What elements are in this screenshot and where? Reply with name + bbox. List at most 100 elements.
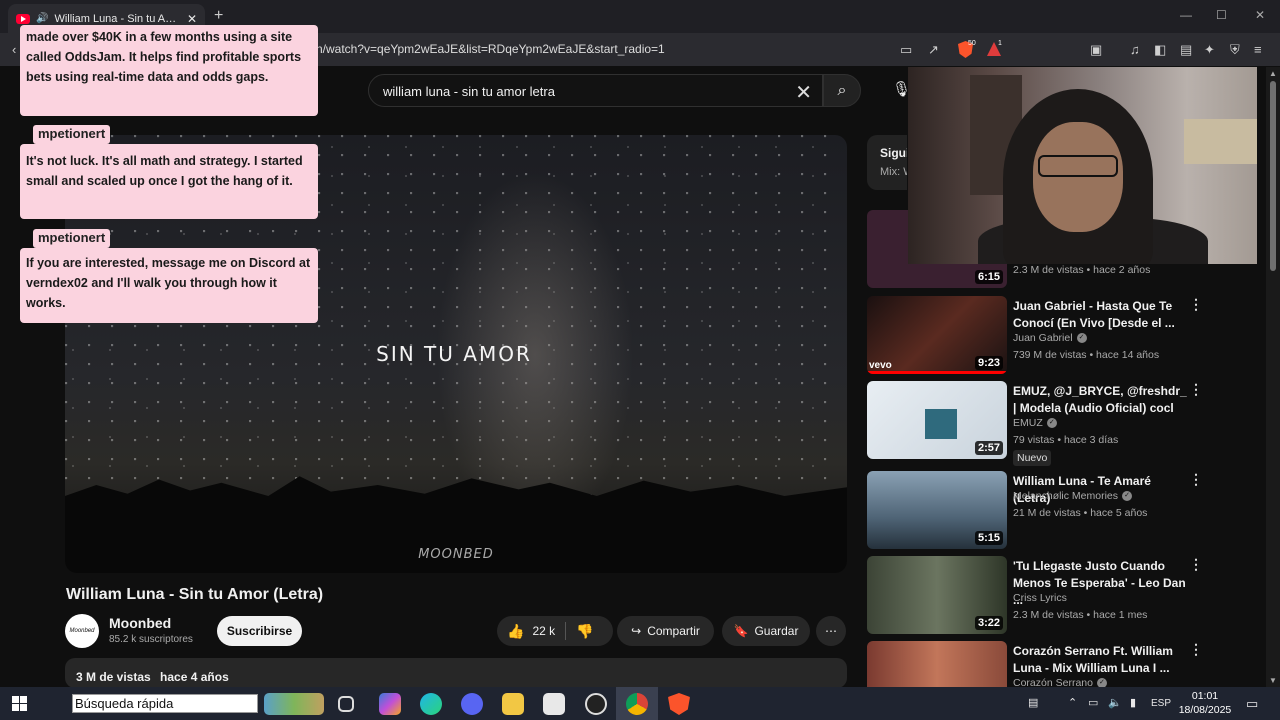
subscribe-button[interactable]: Suscribirse xyxy=(217,616,302,646)
close-tab-icon[interactable]: ✕ xyxy=(187,12,197,26)
speaker-icon[interactable]: 🔊 xyxy=(36,13,48,24)
back-icon[interactable]: ‹ xyxy=(12,42,16,57)
scroll-down-icon[interactable]: ▼ xyxy=(1269,676,1277,685)
clear-search-icon[interactable]: ✕ xyxy=(795,80,812,105)
obs-icon[interactable] xyxy=(585,693,607,715)
music-icon[interactable]: ♫ xyxy=(1130,42,1140,57)
language-indicator[interactable]: ESP xyxy=(1151,698,1171,709)
windows-start-icon[interactable] xyxy=(12,696,27,711)
channel-name[interactable]: Juan Gabriel ✓ xyxy=(1013,332,1087,344)
verified-icon: ✓ xyxy=(1046,418,1057,429)
more-icon[interactable]: ⋮ xyxy=(1189,471,1203,488)
list-item[interactable]: Corazón Serrano Ft. William Luna - Mix W… xyxy=(867,641,1212,687)
file-explorer-icon[interactable] xyxy=(502,693,524,715)
video-title[interactable]: Juan Gabriel - Hasta Que Te Conocí (En V… xyxy=(1013,298,1188,332)
tab-grid-icon[interactable]: ▣ xyxy=(1090,42,1102,58)
more-icon[interactable]: ⋮ xyxy=(1189,641,1203,658)
clock-date: 18/08/2025 xyxy=(1178,704,1232,716)
list-item[interactable]: 5:15 William Luna - Te Amaré (Letra) Mel… xyxy=(867,471,1212,551)
new-badge: Nuevo xyxy=(1013,450,1052,466)
video-thumbnail[interactable]: 3:22 xyxy=(867,556,1007,634)
channel-name[interactable]: EMUZ ✓ xyxy=(1013,417,1057,429)
list-item[interactable]: vevo 9:23 Juan Gabriel - Hasta Que Te Co… xyxy=(867,296,1212,376)
more-icon[interactable]: ⋮ xyxy=(1189,556,1203,573)
chat-message: If you are interested, message me on Dis… xyxy=(20,248,318,323)
youtube-icon xyxy=(16,13,30,24)
more-icon[interactable]: ⋮ xyxy=(1189,381,1203,398)
video-title[interactable]: EMUZ, @J_BRYCE, @freshdr_ | Modela (Audi… xyxy=(1013,383,1188,417)
scrollbar[interactable]: ▲ ▼ xyxy=(1266,67,1280,687)
chevron-up-icon[interactable]: ⌃ xyxy=(1068,696,1077,709)
list-item[interactable]: 2:57 EMUZ, @J_BRYCE, @freshdr_ | Modela … xyxy=(867,381,1212,466)
avatar[interactable]: Moonbed xyxy=(65,614,99,648)
video-thumbnail[interactable]: 2:57 xyxy=(867,381,1007,459)
video-thumbnail[interactable]: vevo 9:23 xyxy=(867,296,1007,374)
more-icon[interactable]: ⋮ xyxy=(1189,296,1203,313)
edge-icon[interactable] xyxy=(420,693,442,715)
verified-icon: ✓ xyxy=(1096,678,1107,687)
notification-icon[interactable]: ▭ xyxy=(1246,696,1258,712)
maximize-icon[interactable]: ☐ xyxy=(1216,8,1227,22)
share-icon: ↪ xyxy=(631,624,642,638)
channel-name[interactable]: Corazón Serrano ✓ xyxy=(1013,677,1107,687)
new-tab-icon[interactable]: + xyxy=(214,7,223,25)
scroll-up-icon[interactable]: ▲ xyxy=(1269,69,1277,78)
search-input[interactable]: william luna - sin tu amor letra ✕ xyxy=(368,74,823,107)
channel-name[interactable]: Melanchølic Memories ✓ xyxy=(1013,490,1133,502)
leo-ai-icon[interactable]: ✦ xyxy=(1204,42,1215,58)
save-button[interactable]: 🔖 Guardar xyxy=(722,616,810,646)
news-icon[interactable]: ▤ xyxy=(1028,696,1038,709)
menu-icon[interactable]: ≡ xyxy=(1254,42,1262,57)
network-icon[interactable]: ▭ xyxy=(1088,696,1098,709)
video-thumbnail[interactable] xyxy=(867,641,1007,687)
list-item[interactable]: 3:22 'Tu Llegaste Justo Cuando Menos Te … xyxy=(867,556,1212,636)
volume-icon[interactable]: 🔈 xyxy=(1108,696,1122,709)
store-icon[interactable] xyxy=(543,693,565,715)
channel-name[interactable]: Criss Lyrics xyxy=(1013,592,1067,604)
sidebar-icon[interactable]: ◧ xyxy=(1154,42,1166,58)
alert-count: 1 xyxy=(998,40,1002,47)
upload-age: hace 4 años xyxy=(160,670,229,684)
like-count[interactable]: 22 k xyxy=(532,624,555,638)
taskbar-search-input[interactable]: Búsqueda rápida xyxy=(72,694,258,713)
share-button[interactable]: ↪ Compartir xyxy=(617,616,714,646)
view-count: 3 M de vistas xyxy=(76,670,151,684)
search-icon: ⌕ xyxy=(837,81,847,99)
chat-author: mpetionert xyxy=(33,229,111,248)
chrome-icon[interactable] xyxy=(626,693,648,715)
battery-icon[interactable]: ▮ xyxy=(1130,696,1136,709)
subscriber-count: 85.2 k suscriptores xyxy=(109,634,193,645)
wallet-icon[interactable]: ▤ xyxy=(1180,42,1192,58)
video-thumbnail[interactable]: 5:15 xyxy=(867,471,1007,549)
watched-progress xyxy=(867,371,1007,374)
dislike-icon[interactable]: 👎 xyxy=(576,623,593,640)
share-page-icon[interactable]: ↗ xyxy=(928,42,939,58)
address-bar[interactable]: n/watch?v=qeYpm2wEaJE&list=RDqeYpm2wEaJE… xyxy=(316,42,665,56)
search-button[interactable]: ⌕ xyxy=(823,74,861,107)
description-box[interactable]: 3 M de vistas hace 4 años xyxy=(65,658,847,688)
channel-name[interactable]: Moonbed xyxy=(109,615,171,631)
channel-watermark: MOONBED xyxy=(418,547,494,562)
lyric-text: SIN TU AMOR xyxy=(376,342,532,366)
minimize-icon[interactable]: — xyxy=(1180,8,1192,22)
vpn-icon[interactable]: ⛨ xyxy=(1230,42,1240,58)
copilot-icon[interactable] xyxy=(379,693,401,715)
task-view-icon[interactable] xyxy=(338,696,354,712)
bookmark-icon: 🔖 xyxy=(733,624,749,638)
clock[interactable]: 01:01 18/08/2025 xyxy=(1176,689,1234,717)
video-title: William Luna - Sin tu Amor (Letra) xyxy=(66,586,324,603)
video-title[interactable]: Corazón Serrano Ft. William Luna - Mix W… xyxy=(1013,643,1188,677)
up-next-card[interactable]: Siguiente Mix: W xyxy=(867,135,907,190)
verified-icon: ✓ xyxy=(1122,491,1133,502)
discord-icon[interactable] xyxy=(461,693,483,715)
scrollbar-thumb[interactable] xyxy=(1270,81,1276,271)
window-close-icon[interactable]: ✕ xyxy=(1255,8,1265,22)
chat-message: It's not luck. It's all math and strateg… xyxy=(20,144,318,219)
widgets-icon[interactable] xyxy=(264,693,324,715)
webcam-overlay xyxy=(908,67,1257,264)
like-icon[interactable]: 👍 xyxy=(507,623,524,640)
more-actions-button[interactable]: ⋯ xyxy=(816,616,846,646)
more-icon: ⋯ xyxy=(825,624,837,638)
clock-time: 01:01 xyxy=(1191,690,1219,702)
cast-icon[interactable]: ▭ xyxy=(900,42,912,58)
